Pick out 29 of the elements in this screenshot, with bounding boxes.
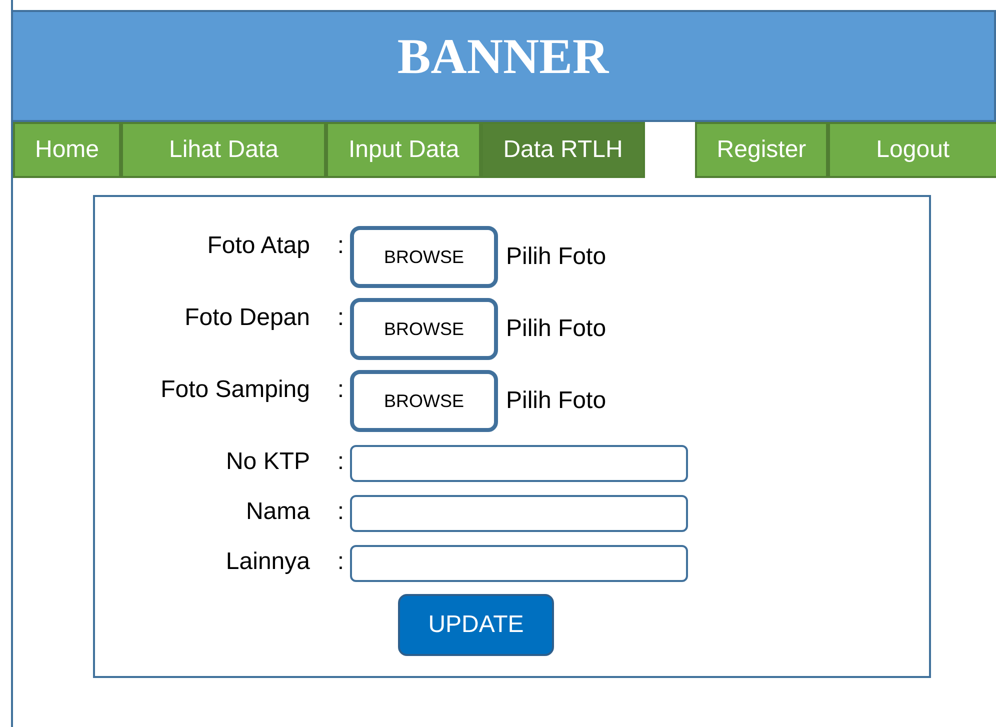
field-label: No KTP <box>226 448 310 476</box>
file-hint: Pilih Foto <box>506 387 606 415</box>
nav-tab[interactable]: Home <box>13 122 122 178</box>
colon: : <box>337 376 345 404</box>
nav-tab[interactable]: Input Data <box>326 122 482 178</box>
input-field[interactable] <box>350 445 688 482</box>
nav-tab[interactable]: Data RTLH <box>481 122 645 178</box>
colon: : <box>337 232 345 260</box>
field-label: Lainnya <box>226 548 310 576</box>
nav-tab[interactable]: Logout <box>828 122 996 178</box>
input-field[interactable] <box>350 545 688 582</box>
field-label: Foto Atap <box>207 232 310 260</box>
browse-button[interactable]: BROWSE <box>350 298 498 360</box>
colon: : <box>337 498 345 526</box>
field-label: Foto Depan <box>184 304 310 332</box>
banner-title: BANNER <box>397 27 609 86</box>
browse-button[interactable]: BROWSE <box>350 370 498 432</box>
browse-button[interactable]: BROWSE <box>350 226 498 288</box>
file-hint: Pilih Foto <box>506 315 606 343</box>
nav-tab[interactable]: Lihat Data <box>121 122 326 178</box>
update-button[interactable]: UPDATE <box>398 594 554 656</box>
field-label: Nama <box>246 498 310 526</box>
colon: : <box>337 548 345 576</box>
colon: : <box>337 304 345 332</box>
file-hint: Pilih Foto <box>506 243 606 271</box>
input-field[interactable] <box>350 495 688 532</box>
field-label: Foto Samping <box>160 376 310 404</box>
colon: : <box>337 448 345 476</box>
nav-tab[interactable]: Register <box>694 122 828 178</box>
